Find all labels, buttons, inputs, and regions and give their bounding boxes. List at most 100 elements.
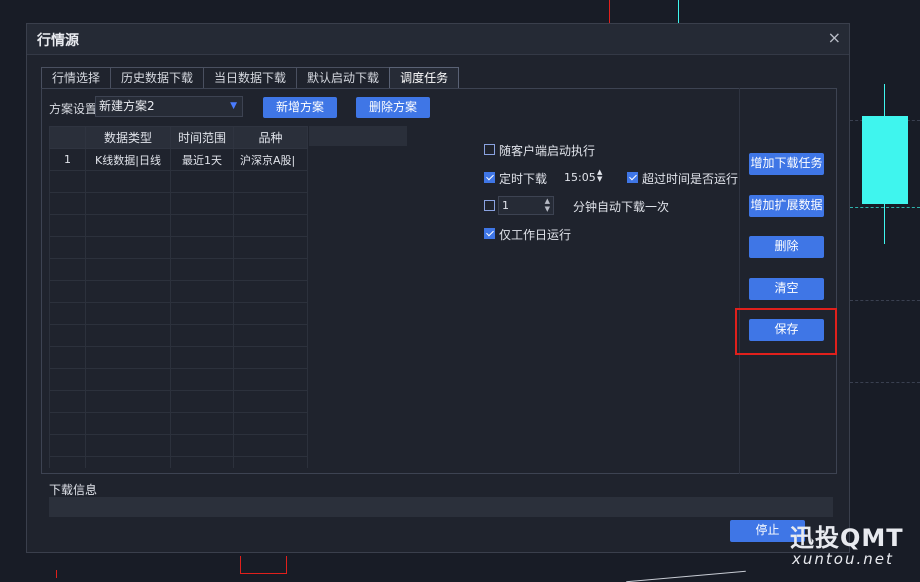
table-cell [233, 258, 308, 281]
table-cell [49, 368, 86, 391]
scheduled-download-checkbox[interactable] [484, 172, 495, 183]
plan-select[interactable]: 新建方案2 ▼ [95, 96, 243, 117]
run-if-overtime-label: 超过时间是否运行 [642, 172, 739, 186]
clear-button[interactable]: 清空 [749, 278, 824, 300]
table-cell [233, 192, 308, 215]
table-cell [233, 456, 308, 468]
add-plan-button[interactable]: 新增方案 [263, 97, 337, 118]
chart-grid-line [626, 570, 746, 582]
table-row-empty [49, 434, 308, 457]
time-spinner-icon[interactable]: ▲ ▼ [597, 169, 602, 183]
table-cell [170, 434, 234, 457]
workday-only-label: 仅工作日运行 [499, 228, 572, 242]
delete-plan-button[interactable]: 删除方案 [356, 97, 430, 118]
column-header: 时间范围 [170, 126, 234, 149]
table-cell [233, 324, 308, 347]
column-header: 品种 [233, 126, 308, 149]
table-row[interactable]: 1 K线数据|日线 最近1天 沪深京A股| [49, 148, 308, 171]
interval-download-checkbox[interactable] [484, 200, 495, 211]
table-cell [170, 214, 234, 237]
table-cell [49, 214, 86, 237]
run-if-overtime-checkbox[interactable] [627, 172, 638, 183]
schedule-time-input[interactable]: 15:05 [564, 171, 596, 184]
table-cell [49, 258, 86, 281]
table-cell [170, 324, 234, 347]
interval-minutes-input[interactable]: 1 ▲ ▼ [498, 196, 554, 215]
tab-market-selection[interactable]: 行情选择 [41, 67, 112, 89]
spinner-arrows-icon[interactable]: ▲ ▼ [545, 197, 550, 213]
table-row-empty [49, 236, 308, 259]
table-cell [85, 280, 171, 303]
dialog-title: 行情源 [37, 33, 79, 49]
divider [739, 88, 740, 474]
table-row-empty [49, 170, 308, 193]
workday-only-checkbox[interactable] [484, 228, 495, 239]
watermark-brand: 迅投QMT [790, 524, 904, 552]
table-cell [49, 346, 86, 369]
candlestick [862, 116, 908, 204]
table-cell [170, 192, 234, 215]
table-cell [85, 324, 171, 347]
watermark-url: xuntou.net [792, 550, 894, 568]
table-row-empty [49, 302, 308, 325]
table-cell [85, 412, 171, 435]
table-cell: 最近1天 [170, 148, 234, 171]
table-cell [233, 346, 308, 369]
table-row-empty [49, 324, 308, 347]
table-cell [170, 280, 234, 303]
table-cell [85, 236, 171, 259]
table-cell [85, 192, 171, 215]
table-cell [233, 214, 308, 237]
chart-grid-line [56, 570, 57, 578]
table-row-empty [49, 456, 308, 468]
tab-bar: 行情选择 历史数据下载 当日数据下载 默认启动下载 调度任务 [41, 67, 460, 89]
delete-button[interactable]: 删除 [749, 236, 824, 258]
table-cell [85, 214, 171, 237]
chart-grid-line [609, 0, 610, 24]
table-cell [49, 236, 86, 259]
table-cell [85, 170, 171, 193]
table-row-empty [49, 280, 308, 303]
task-table: 数据类型 时间范围 品种 1 K线数据|日线 最近1天 沪深京A股| [49, 126, 309, 468]
table-cell [49, 390, 86, 413]
table-cell [170, 390, 234, 413]
table-cell [85, 368, 171, 391]
chart-grid-line [850, 382, 920, 384]
tab-default-startup-download[interactable]: 默认启动下载 [296, 67, 391, 89]
table-cell [85, 346, 171, 369]
titlebar: 行情源 × [27, 24, 849, 55]
tab-today-download[interactable]: 当日数据下载 [203, 67, 298, 89]
table-cell: 沪深京A股| [233, 148, 308, 171]
add-extended-data-button[interactable]: 增加扩展数据 [749, 195, 824, 217]
table-cell [170, 302, 234, 325]
table-cell [49, 456, 86, 468]
scheduled-download-label: 定时下载 [499, 172, 548, 186]
tab-history-download[interactable]: 历史数据下载 [110, 67, 205, 89]
chart-bar-outline [240, 556, 287, 574]
table-cell: K线数据|日线 [85, 148, 171, 171]
table-cell [49, 412, 86, 435]
chart-grid-line [850, 300, 920, 302]
close-icon[interactable]: × [828, 28, 841, 47]
table-row-empty [49, 214, 308, 237]
table-cell [49, 302, 86, 325]
table-cell [85, 456, 171, 468]
chevron-down-icon: ▼ [230, 101, 237, 111]
autostart-checkbox[interactable] [484, 144, 495, 155]
tab-scheduled-tasks[interactable]: 调度任务 [389, 67, 460, 89]
chart-grid-line [678, 0, 679, 24]
column-header [49, 126, 86, 149]
interval-suffix-label: 分钟自动下载一次 [573, 200, 670, 214]
table-cell [49, 434, 86, 457]
chart-grid-line [850, 207, 920, 209]
table-cell [170, 346, 234, 369]
table-header-row: 数据类型 时间范围 品种 [49, 126, 308, 149]
add-download-task-button[interactable]: 增加下载任务 [749, 153, 824, 175]
table-cell [49, 324, 86, 347]
market-source-dialog: 行情源 × 行情选择 历史数据下载 当日数据下载 默认启动下载 调度任务 方案设… [26, 23, 850, 553]
table-cell [233, 236, 308, 259]
table-row-empty [49, 346, 308, 369]
table-row-empty [49, 390, 308, 413]
plan-label: 方案设置 [49, 102, 98, 116]
table-cell [233, 434, 308, 457]
